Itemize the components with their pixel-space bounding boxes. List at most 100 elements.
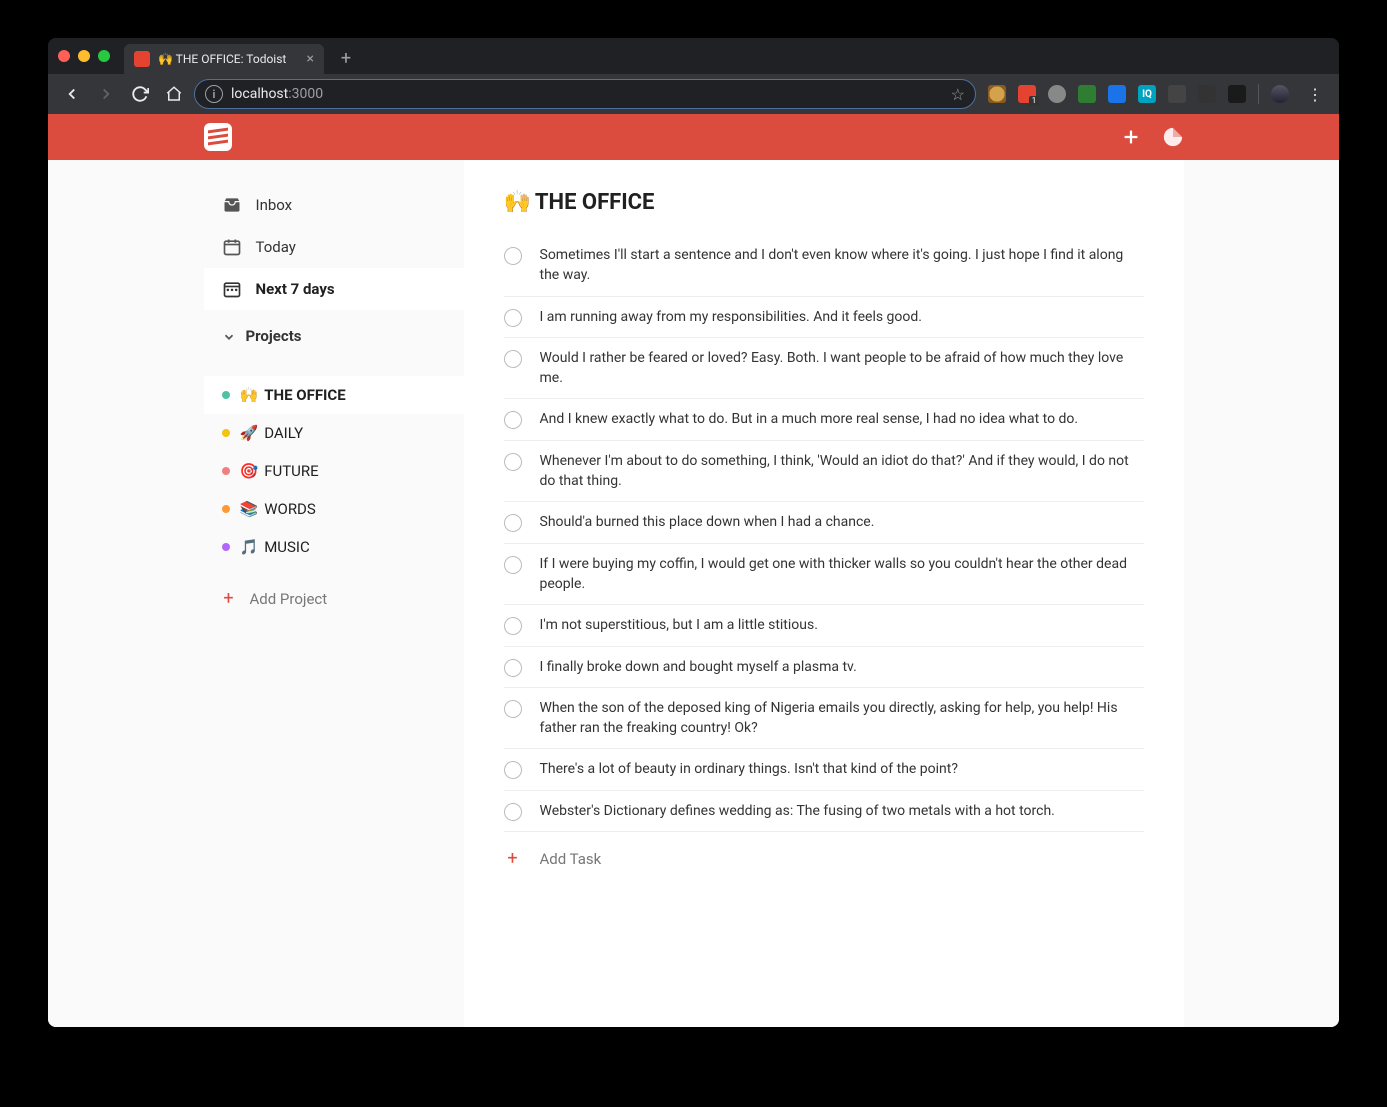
add-task-button[interactable]: + Add Task: [504, 832, 1144, 885]
task-text[interactable]: And I knew exactly what to do. But in a …: [540, 409, 1144, 429]
task-item: I am running away from my responsibiliti…: [504, 297, 1144, 338]
project-name: FUTURE: [264, 462, 318, 480]
task-checkbox[interactable]: [504, 309, 522, 327]
task-item: When the son of the deposed king of Nige…: [504, 688, 1144, 750]
extension-icon[interactable]: [1168, 85, 1186, 103]
task-item: Sometimes I'll start a sentence and I do…: [504, 235, 1144, 297]
project-color-dot: [222, 505, 230, 513]
task-text[interactable]: When the son of the deposed king of Nige…: [540, 698, 1144, 739]
projects-section-header[interactable]: Projects: [204, 314, 464, 358]
section-label: Projects: [246, 327, 302, 345]
sidebar-item-today[interactable]: Today: [204, 226, 464, 268]
sidebar-item-inbox[interactable]: Inbox: [204, 184, 464, 226]
back-button[interactable]: [58, 80, 86, 108]
extension-icon[interactable]: [1048, 85, 1066, 103]
browser-tab[interactable]: 🙌 THE OFFICE: Todoist ×: [124, 44, 324, 74]
sidebar-item-label: Today: [256, 238, 296, 256]
project-label: 🎯 FUTURE: [240, 462, 319, 480]
extension-icon[interactable]: [1108, 85, 1126, 103]
project-item[interactable]: 🎯 FUTURE: [204, 452, 464, 490]
project-emoji: 🙌: [240, 386, 259, 404]
plus-icon: +: [504, 848, 522, 869]
main-content: 🙌 THE OFFICE Sometimes I'll start a sent…: [464, 160, 1184, 1027]
inbox-icon: [222, 195, 242, 215]
task-item: Should'a burned this place down when I h…: [504, 502, 1144, 543]
plus-icon: +: [222, 588, 236, 609]
reload-button[interactable]: [126, 80, 154, 108]
task-text[interactable]: If I were buying my coffin, I would get …: [540, 554, 1144, 595]
task-checkbox[interactable]: [504, 247, 522, 265]
task-checkbox[interactable]: [504, 411, 522, 429]
bookmark-icon[interactable]: ☆: [951, 85, 965, 104]
task-text[interactable]: Sometimes I'll start a sentence and I do…: [540, 245, 1144, 286]
extension-icon[interactable]: IQ: [1138, 85, 1156, 103]
task-checkbox[interactable]: [504, 556, 522, 574]
site-info-icon[interactable]: i: [205, 85, 223, 103]
extension-icon[interactable]: [1018, 85, 1036, 103]
task-text[interactable]: Webster's Dictionary defines wedding as:…: [540, 801, 1144, 821]
task-checkbox[interactable]: [504, 659, 522, 677]
project-item[interactable]: 🙌THE OFFICE: [204, 376, 464, 414]
project-name: MUSIC: [264, 538, 310, 556]
project-color-dot: [222, 429, 230, 437]
page-viewport: Inbox Today Next 7 days: [48, 114, 1339, 1027]
task-item: There's a lot of beauty in ordinary thin…: [504, 749, 1144, 790]
project-emoji: 🎯: [240, 462, 259, 480]
project-item[interactable]: 📚WORDS: [204, 490, 464, 528]
task-checkbox[interactable]: [504, 803, 522, 821]
project-color-dot: [222, 467, 230, 475]
task-list: Sometimes I'll start a sentence and I do…: [504, 235, 1144, 832]
task-checkbox[interactable]: [504, 514, 522, 532]
project-item[interactable]: 🚀 DAILY: [204, 414, 464, 452]
sidebar-item-label: Next 7 days: [256, 280, 335, 298]
calendar-week-icon: [222, 279, 242, 299]
add-task-label: Add Task: [540, 850, 602, 868]
task-checkbox[interactable]: [504, 761, 522, 779]
productivity-button[interactable]: [1162, 126, 1184, 148]
address-bar[interactable]: i localhost:3000 ☆: [194, 79, 976, 109]
project-color-dot: [222, 543, 230, 551]
sidebar-item-next7days[interactable]: Next 7 days: [204, 268, 464, 310]
task-text[interactable]: There's a lot of beauty in ordinary thin…: [540, 759, 1144, 779]
task-text[interactable]: Should'a burned this place down when I h…: [540, 512, 1144, 532]
add-project-label: Add Project: [250, 590, 328, 608]
add-project-button[interactable]: + Add Project: [204, 574, 464, 623]
new-tab-button[interactable]: +: [332, 44, 360, 72]
task-text[interactable]: I'm not superstitious, but I am a little…: [540, 615, 1144, 635]
sidebar-item-label: Inbox: [256, 196, 293, 214]
project-emoji: 🚀: [240, 424, 259, 442]
browser-toolbar: i localhost:3000 ☆ IQ ⋮: [48, 74, 1339, 114]
sidebar: Inbox Today Next 7 days: [204, 160, 464, 1027]
quick-add-button[interactable]: [1120, 126, 1142, 148]
title-emoji: 🙌: [504, 190, 531, 215]
task-text[interactable]: I am running away from my responsibiliti…: [540, 307, 1144, 327]
extension-icon[interactable]: [1228, 85, 1246, 103]
task-item: And I knew exactly what to do. But in a …: [504, 399, 1144, 440]
home-button[interactable]: [160, 80, 188, 108]
task-item: Would I rather be feared or loved? Easy.…: [504, 338, 1144, 400]
window-maximize-button[interactable]: [98, 50, 110, 62]
task-item: I'm not superstitious, but I am a little…: [504, 605, 1144, 646]
project-item[interactable]: 🎵 MUSIC: [204, 528, 464, 566]
forward-button[interactable]: [92, 80, 120, 108]
tab-close-icon[interactable]: ×: [307, 51, 314, 67]
project-emoji: 🎵: [240, 538, 259, 556]
profile-avatar[interactable]: [1271, 85, 1289, 103]
extension-icon[interactable]: [1198, 85, 1216, 103]
extension-icon[interactable]: [988, 85, 1006, 103]
browser-menu-button[interactable]: ⋮: [1301, 85, 1329, 104]
task-text[interactable]: I finally broke down and bought myself a…: [540, 657, 1144, 677]
task-checkbox[interactable]: [504, 617, 522, 635]
project-emoji: 📚: [240, 500, 259, 518]
task-checkbox[interactable]: [504, 453, 522, 471]
window-minimize-button[interactable]: [78, 50, 90, 62]
task-checkbox[interactable]: [504, 700, 522, 718]
task-checkbox[interactable]: [504, 350, 522, 368]
extension-icon[interactable]: [1078, 85, 1096, 103]
task-text[interactable]: Would I rather be feared or loved? Easy.…: [540, 348, 1144, 389]
window-close-button[interactable]: [58, 50, 70, 62]
task-text[interactable]: Whenever I'm about to do something, I th…: [540, 451, 1144, 492]
url-text: localhost:3000: [231, 86, 943, 102]
app-logo-icon[interactable]: [204, 123, 232, 151]
project-name: DAILY: [264, 424, 303, 442]
